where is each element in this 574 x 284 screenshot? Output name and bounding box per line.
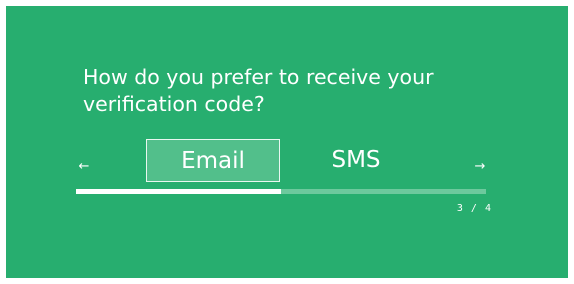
left-arrow-icon[interactable]: ← [76, 159, 92, 175]
right-arrow-icon[interactable]: → [472, 159, 488, 175]
question-line-2: verification code? [83, 92, 265, 116]
option-sms-button[interactable]: SMS [296, 139, 416, 182]
step-counter: 3 / 4 [456, 203, 492, 214]
option-email-label: Email [181, 148, 245, 174]
progress-bar-fill [76, 189, 281, 194]
question-line-1: How do you prefer to receive your [83, 65, 434, 89]
option-sms-label: SMS [331, 147, 381, 173]
verification-method-card: How do you prefer to receive your verific… [6, 6, 568, 278]
option-email-button[interactable]: Email [146, 139, 280, 182]
progress-bar [76, 189, 486, 194]
question-text: How do you prefer to receive your verific… [83, 64, 503, 118]
